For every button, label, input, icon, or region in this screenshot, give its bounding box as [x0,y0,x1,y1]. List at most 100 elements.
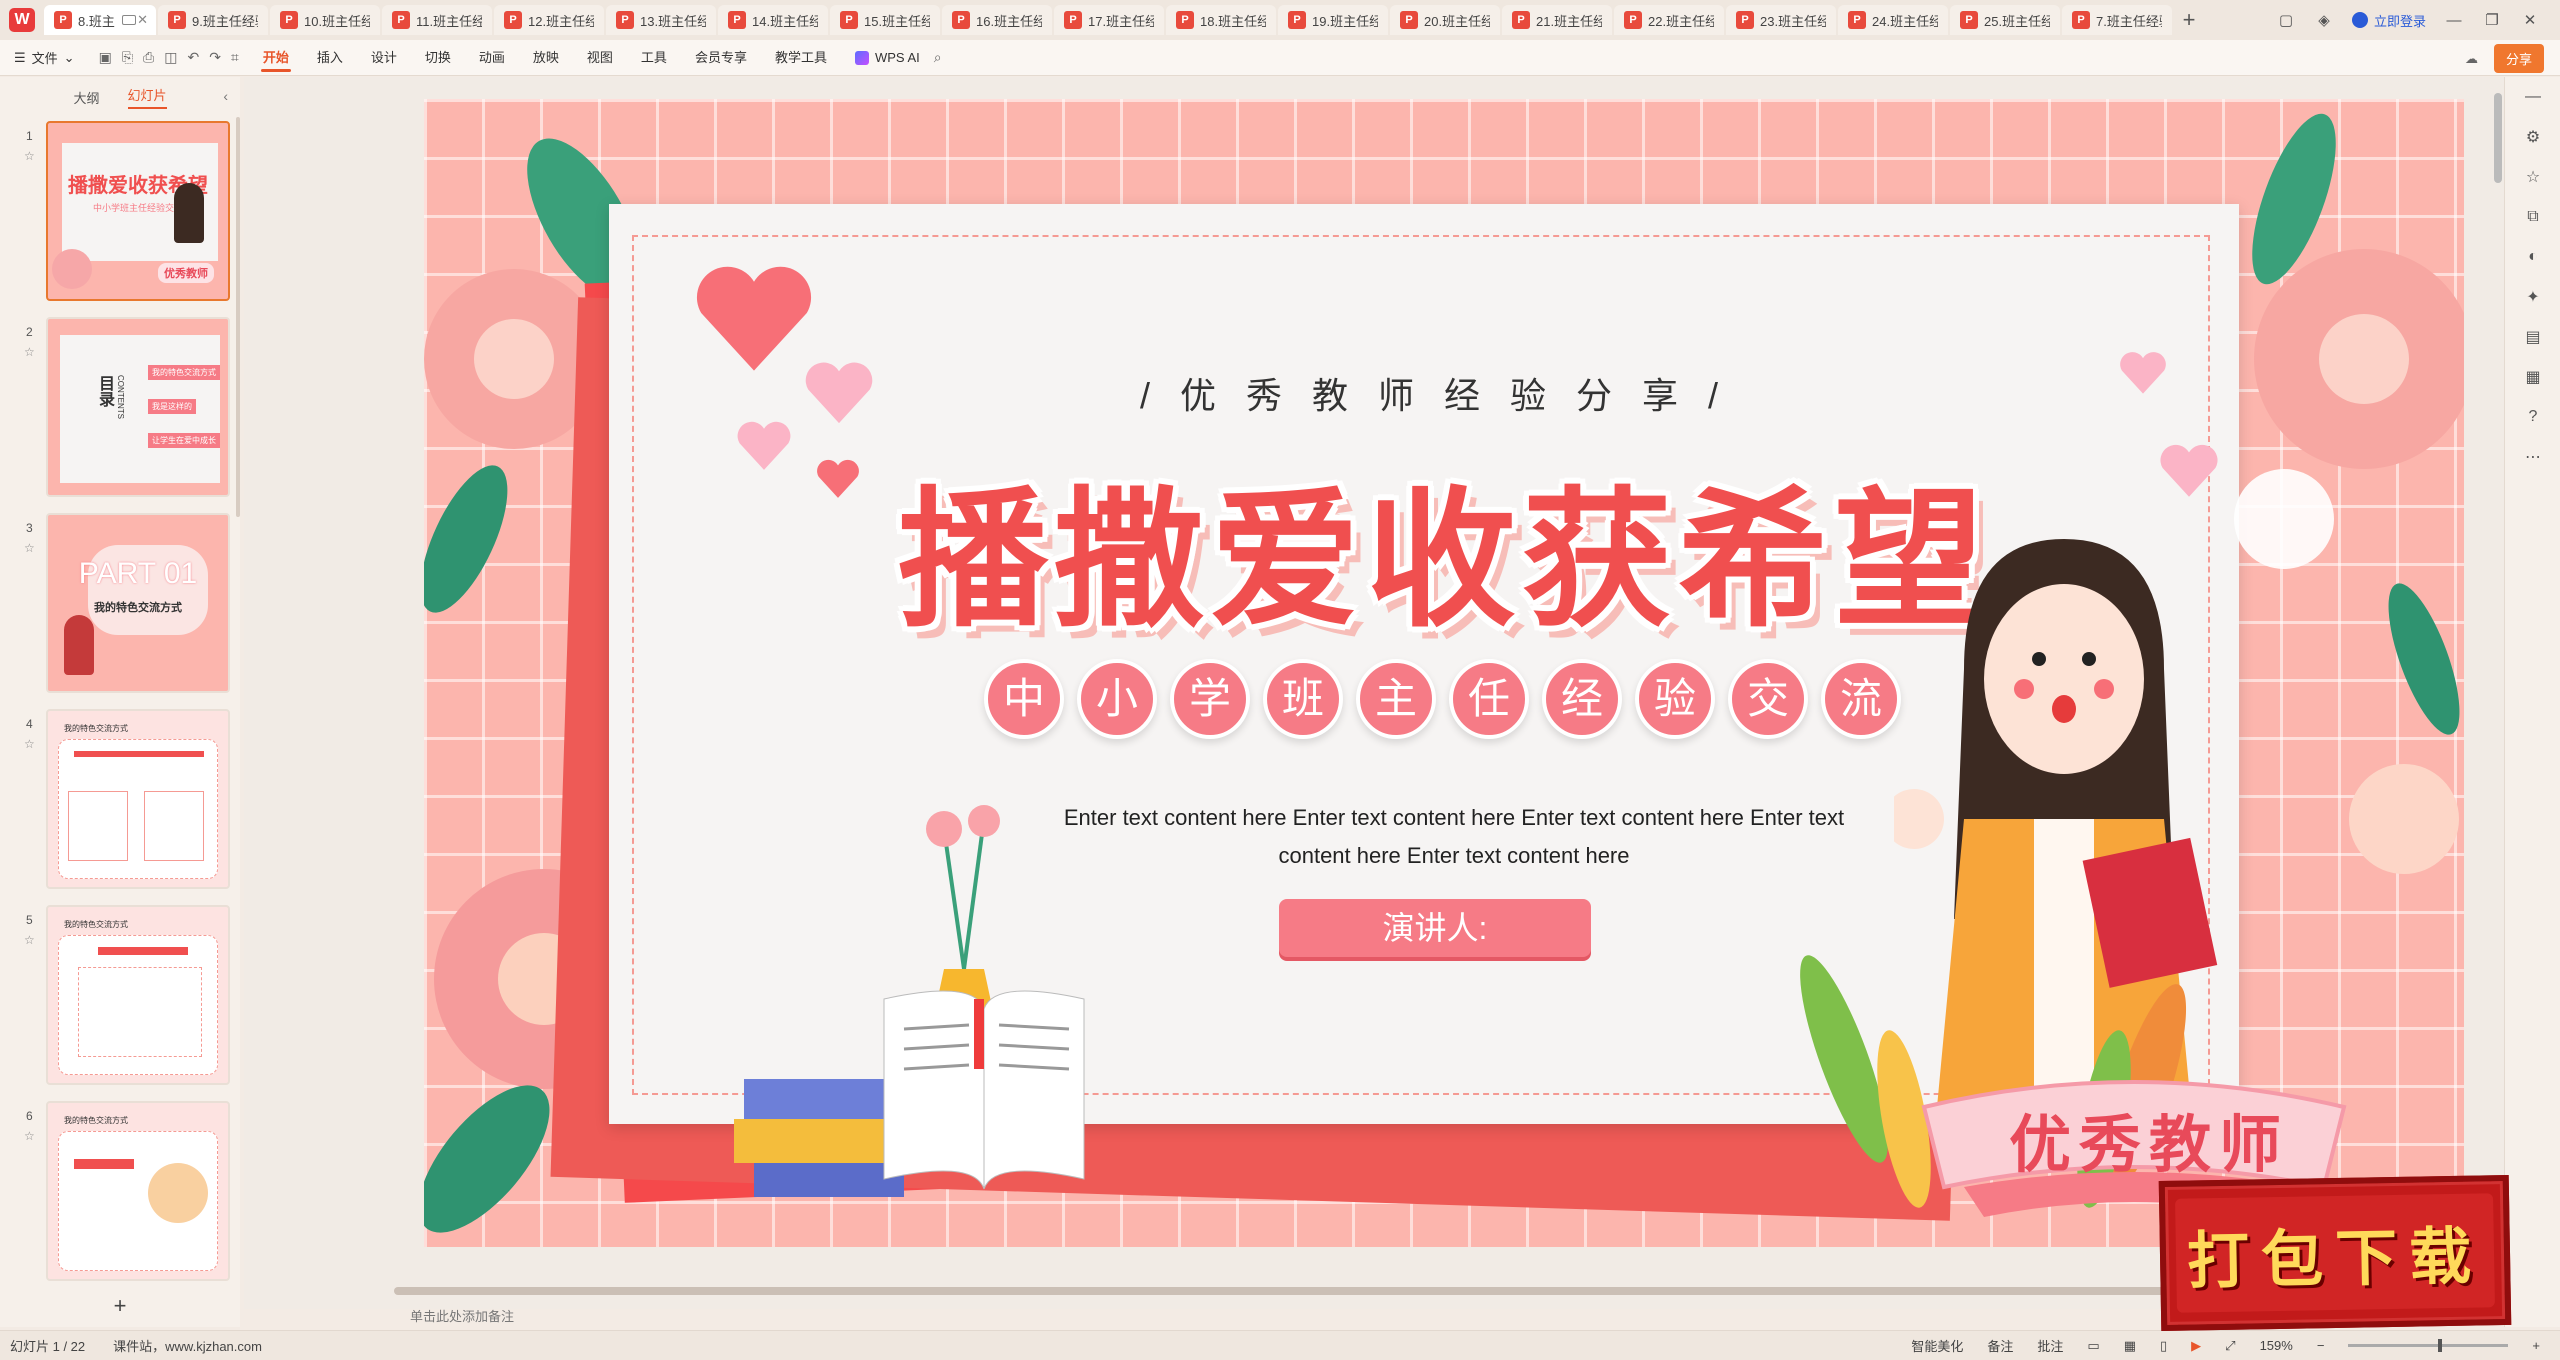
menu-member[interactable]: 会员专享 [681,40,761,76]
menu-transition[interactable]: 切换 [411,40,465,76]
window-tile-icon[interactable]: ▢ [2276,10,2296,30]
file-menu[interactable]: ☰ 文件 ⌄ [0,48,89,67]
star-icon[interactable]: ☆ [24,541,35,555]
menu-animation[interactable]: 动画 [465,40,519,76]
cloud-sync-icon[interactable]: ☁ [2465,51,2478,67]
menu-slideshow[interactable]: 放映 [519,40,573,76]
zoom-in-icon[interactable]: + [2532,1338,2540,1353]
collapse-panel-icon[interactable]: ‹ [223,88,228,104]
slide-thumbnail-3[interactable]: PART 01 我的特色交流方式 [46,513,230,693]
close-tab-icon[interactable]: ✕ [137,12,148,28]
star-icon[interactable]: ☆ [2505,157,2560,197]
tools-icon[interactable]: ⚙ [2505,117,2560,157]
normal-view-icon[interactable]: ▭ [2087,1338,2099,1354]
tab-document[interactable]: P 25.班主任经 [1950,5,2060,35]
minimize-icon[interactable]: — [2444,10,2464,30]
minimize-panel-icon[interactable]: — [2505,77,2560,117]
palette-icon[interactable]: ◐ [2505,237,2560,277]
layout-icon[interactable]: ▦ [2505,357,2560,397]
restore-icon[interactable]: ❐ [2482,10,2502,30]
tab-slides[interactable]: 幻灯片 [127,85,167,109]
beautify-button[interactable]: 智能美化 [1911,1336,1963,1355]
zoom-level[interactable]: 159% [2260,1338,2293,1353]
horizontal-scrollbar[interactable] [394,1287,2294,1295]
tab-document[interactable]: P 14.班主任经 [718,5,828,35]
add-slide-button[interactable]: + [0,1293,240,1319]
tab-document[interactable]: P 15.班主任经 [830,5,940,35]
more-icon[interactable]: ⋯ [2505,437,2560,477]
tab-document[interactable]: P 20.班主任经 [1390,5,1500,35]
notes-placeholder[interactable]: 单击此处添加备注 [244,1303,2494,1331]
presenter-label[interactable]: 演讲人: [1279,899,1591,957]
zoom-fit-icon[interactable]: ⤢ [2225,1338,2235,1354]
comment-button[interactable]: 批注 [2037,1336,2063,1355]
tab-document[interactable]: P 22.班主任经 [1614,5,1724,35]
slide-1[interactable]: /优秀教师经验分享/ 播撒爱收获希望 中 小 学 班 主 任 经 验 交 流 E… [424,99,2464,1247]
menu-home[interactable]: 开始 [249,40,303,76]
save-icon[interactable]: ▣ [99,49,112,66]
play-slideshow-icon[interactable]: ▶ [2191,1338,2201,1354]
wps-logo-icon[interactable]: W [0,0,44,40]
star-icon[interactable]: ☆ [24,933,35,947]
tab-document[interactable]: P 10.班主任经 [270,5,380,35]
slide-thumbnail-1[interactable]: 播撒爱收获希望 中小学班主任经验交流 优秀教师 [46,121,230,301]
circle-label-row[interactable]: 中 小 学 班 主 任 经 验 交 流 [984,659,1901,739]
notes-button[interactable]: 备注 [1987,1336,2013,1355]
grid-view-icon[interactable]: ▦ [2124,1338,2136,1354]
body-text-box[interactable]: Enter text content here Enter text conte… [1034,799,1874,875]
login-button[interactable]: 立即登录 [2351,11,2426,30]
star-icon[interactable]: ☆ [24,345,35,359]
zoom-slider[interactable] [2348,1339,2509,1352]
tab-document[interactable]: P 13.班主任经 [606,5,716,35]
slide-thumbnail-5[interactable]: 我的特色交流方式 [46,905,230,1085]
tab-document[interactable]: P 24.班主任经 [1838,5,1948,35]
preview-icon[interactable]: ◫ [164,49,177,66]
star-icon[interactable]: ☆ [24,149,35,163]
tab-outline[interactable]: 大纲 [73,88,99,107]
tab-document[interactable]: P 16.班主任经 [942,5,1052,35]
reading-view-icon[interactable]: ▯ [2160,1338,2167,1354]
user-avatar-icon [2351,12,2368,28]
export-icon[interactable]: ⎘ [122,49,133,66]
search-icon[interactable]: ⌕ [934,49,942,66]
tab-document[interactable]: P9.班主任经验 [158,5,268,35]
magic-icon[interactable]: ✦ [2505,277,2560,317]
help-icon[interactable]: ? [2505,397,2560,437]
new-tab-plus-icon[interactable]: + [2174,7,2204,33]
menu-right-group: ☁ 分享 [2465,44,2544,73]
tab-document[interactable]: P7.班主任经验 [2062,5,2172,35]
panel-scrollbar[interactable] [236,117,240,517]
star-icon[interactable]: ☆ [24,1129,35,1143]
tab-document[interactable]: P 21.班主任经 [1502,5,1612,35]
print-icon[interactable]: ⎙ [143,49,154,66]
menu-tools[interactable]: 工具 [627,40,681,76]
star-icon[interactable]: ☆ [24,737,35,751]
tab-document[interactable]: P 23.班主任经 [1726,5,1836,35]
slide-subtitle[interactable]: /优秀教师经验分享/ [424,367,2464,419]
cube-icon[interactable]: ◈ [2314,10,2334,30]
tab-document[interactable]: P 11.班主任经 [382,5,492,35]
menu-teaching-tools[interactable]: 教学工具 [761,40,841,76]
vertical-scrollbar[interactable] [2494,93,2502,183]
menu-view[interactable]: 视图 [573,40,627,76]
wps-ai-button[interactable]: WPS AI [841,50,934,65]
tab-document[interactable]: P 19.班主任经 [1278,5,1388,35]
redo-icon[interactable]: ↷ [209,49,221,66]
format-painter-icon[interactable]: ⌗ [231,49,239,66]
copy-icon[interactable]: ⧉ [2505,197,2560,237]
tab-document[interactable]: P 12.班主任经 [494,5,604,35]
tab-document-8[interactable]: P 8.班主 ✕ [44,5,156,35]
menu-insert[interactable]: 插入 [303,40,357,76]
tab-document[interactable]: P 17.班主任经 [1054,5,1164,35]
book-icon[interactable]: ▤ [2505,317,2560,357]
slide-thumbnail-6[interactable]: 我的特色交流方式 [46,1101,230,1281]
close-window-icon[interactable]: ✕ [2520,10,2540,30]
share-button[interactable]: 分享 [2493,44,2544,73]
zoom-out-icon[interactable]: − [2317,1338,2325,1353]
undo-icon[interactable]: ↶ [187,49,199,66]
slide-thumbnail-2[interactable]: 目录 CONTENTS 我的特色交流方式 我是这样的 让学生在爱中成长 [46,317,230,497]
tab-document[interactable]: P 18.班主任经 [1166,5,1276,35]
download-package-button[interactable]: 打包下载 [2158,1174,2512,1332]
slide-thumbnail-4[interactable]: 我的特色交流方式 [46,709,230,889]
menu-design[interactable]: 设计 [357,40,411,76]
